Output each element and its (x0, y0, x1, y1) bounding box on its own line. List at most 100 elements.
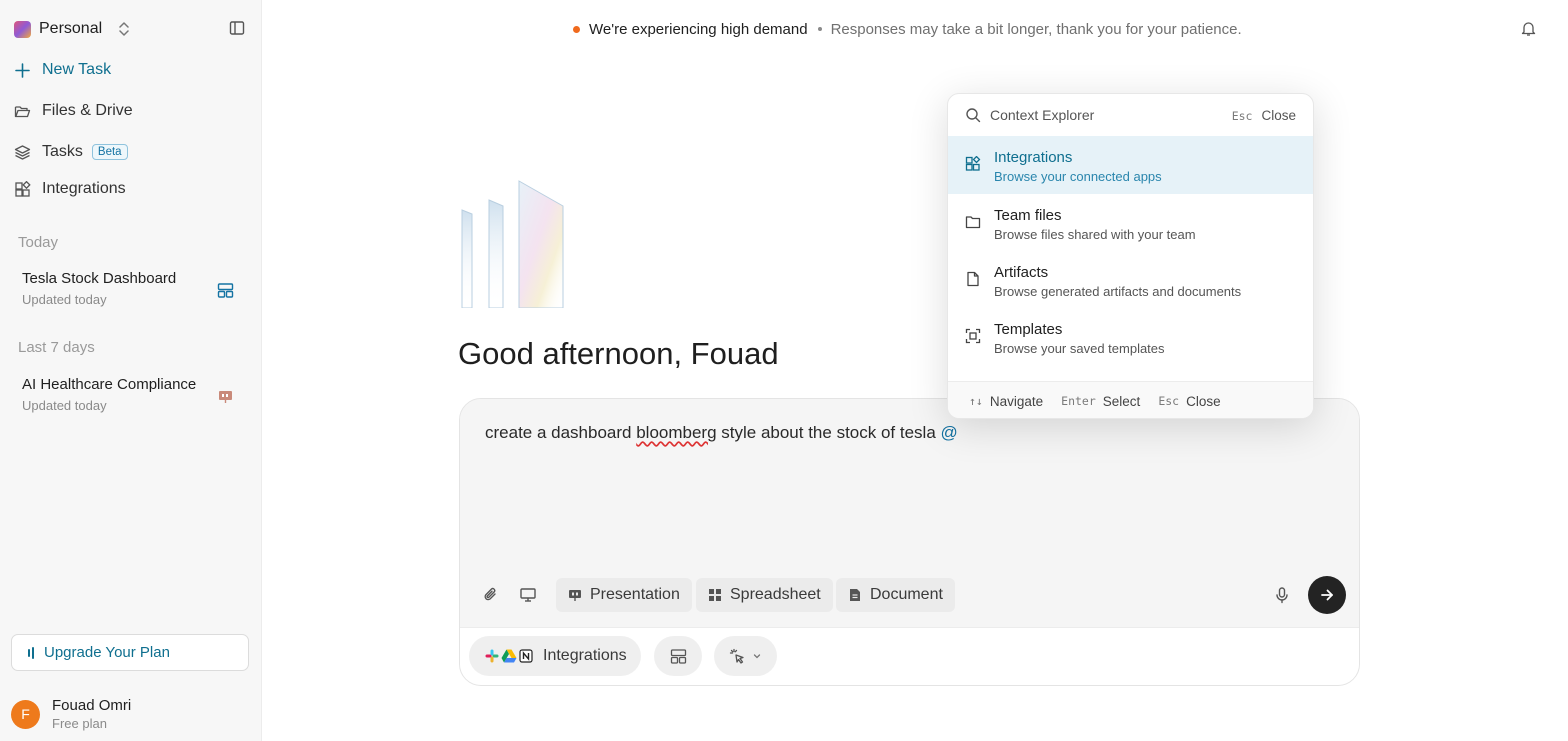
prompt-input[interactable]: create a dashboard bloomberg style about… (485, 423, 958, 443)
search-icon (966, 108, 981, 123)
presentation-icon (219, 391, 232, 403)
spreadsheet-icon (709, 589, 721, 601)
folder-icon (965, 216, 981, 229)
demand-banner: We're experiencing high demand Responses… (573, 19, 1242, 39)
google-drive-icon (501, 649, 517, 663)
history-subtitle: Updated today (22, 292, 107, 307)
sidebar-item-files[interactable]: Files & Drive (14, 99, 133, 123)
history-item[interactable]: AI Healthcare Compliance Updated today (22, 376, 240, 413)
context-explorer-search[interactable]: Context Explorer Esc Close (948, 94, 1313, 136)
new-task-button[interactable]: New Task (14, 58, 111, 82)
monitor-icon[interactable] (519, 586, 537, 604)
chevron-down-icon (753, 654, 761, 659)
prompt-area[interactable]: create a dashboard bloomberg style about… (460, 399, 1359, 629)
workspace-logo (14, 20, 31, 38)
user-profile[interactable]: F Fouad Omri Free plan (11, 697, 131, 731)
history-title: Tesla Stock Dashboard (22, 270, 177, 287)
integrations-icon (15, 180, 31, 197)
file-icon (967, 271, 979, 287)
sidebar-item-integrations[interactable]: Integrations (14, 177, 126, 201)
microphone-icon[interactable] (1273, 586, 1291, 604)
prompt-misspelled-word: bloomberg (636, 423, 717, 442)
slack-icon (485, 649, 499, 663)
integration-logos (485, 649, 533, 663)
sidebar-toggle-icon[interactable] (229, 20, 245, 36)
mode-selector[interactable] (714, 636, 777, 676)
layers-icon (14, 144, 31, 160)
context-item-artifacts[interactable]: Artifacts Browse generated artifacts and… (948, 251, 1313, 309)
send-button[interactable] (1308, 576, 1346, 614)
context-item-title: Team files (994, 207, 1062, 224)
layout-icon (670, 648, 686, 664)
plus-icon (15, 62, 30, 78)
status-dot (573, 25, 580, 33)
banner-headline: We're experiencing high demand (589, 20, 808, 38)
document-icon (850, 589, 860, 601)
enter-key: Enter (1061, 394, 1096, 408)
bell-icon[interactable] (1520, 20, 1537, 37)
mention-trigger: @ (940, 423, 958, 442)
context-item-title: Integrations (994, 149, 1073, 166)
presentation-chip[interactable]: Presentation (556, 578, 692, 612)
context-explorer-title: Context Explorer (990, 107, 1095, 123)
greeting: Good afternoon, Fouad (458, 336, 779, 371)
close-label: Close (1186, 393, 1221, 409)
context-item-title: Templates (994, 321, 1063, 338)
sidebar-item-label: Tasks (42, 143, 83, 160)
context-item-integrations[interactable]: Integrations Browse your connected apps (948, 136, 1313, 194)
sidebar-item-label: Integrations (42, 180, 126, 197)
context-item-description: Browse generated artifacts and documents (994, 284, 1242, 299)
upgrade-plan-button[interactable]: Upgrade Your Plan (11, 634, 249, 671)
chip-label: Document (870, 586, 943, 603)
document-chip[interactable]: Document (836, 578, 955, 612)
history-item[interactable]: Tesla Stock Dashboard Updated today (22, 270, 240, 307)
hero-illustration (461, 180, 564, 308)
paperclip-icon[interactable] (482, 586, 500, 604)
section-last-7-days: Last 7 days (18, 339, 95, 356)
dashboard-icon (217, 283, 234, 298)
upgrade-icon (28, 646, 34, 659)
composer: create a dashboard bloomberg style about… (459, 398, 1360, 686)
sidebar-item-label: Files & Drive (42, 102, 133, 119)
chevron-up-down-icon[interactable] (117, 20, 131, 38)
context-explorer-footer: ↑↓ Navigate Enter Select Esc Close (948, 381, 1313, 418)
chip-label: Spreadsheet (730, 586, 821, 603)
upgrade-label: Upgrade Your Plan (44, 644, 170, 661)
history-subtitle: Updated today (22, 398, 107, 413)
folder-open-icon (14, 105, 31, 117)
close-button[interactable]: Esc Close (1232, 108, 1296, 123)
sidebar-item-tasks[interactable]: Tasks Beta (14, 140, 128, 164)
workspace-switcher[interactable]: Personal (14, 18, 102, 40)
esc-key: Esc (1231, 108, 1253, 123)
cursor-click-icon (729, 648, 744, 664)
context-item-team-files[interactable]: Team files Browse files shared with your… (948, 194, 1313, 252)
hint-navigate: ↑↓ Navigate (969, 394, 1043, 409)
avatar: F (11, 699, 40, 729)
hint-select: Enter Select (1061, 394, 1140, 409)
user-plan: Free plan (52, 716, 107, 731)
context-explorer-popup: Context Explorer Esc Close Integrations … (947, 93, 1314, 419)
history-title: AI Healthcare Compliance (22, 376, 197, 393)
close-label: Close (1261, 108, 1296, 123)
notion-icon (519, 649, 533, 663)
esc-key: Esc (1158, 394, 1180, 408)
select-label: Select (1102, 393, 1141, 409)
hint-close: Esc Close (1158, 394, 1220, 409)
template-icon (965, 328, 981, 344)
beta-badge: Beta (91, 144, 128, 160)
layout-button[interactable] (654, 636, 702, 676)
section-today: Today (18, 234, 59, 251)
context-item-templates[interactable]: Templates Browse your saved templates (948, 308, 1313, 366)
composer-toolbar: Integrations (460, 627, 1359, 685)
navigate-label: Navigate (989, 393, 1044, 409)
prompt-text: create a dashboard (485, 423, 637, 442)
context-item-title: Artifacts (994, 264, 1049, 281)
user-name: Fouad Omri (52, 697, 132, 714)
navigate-key: ↑↓ (969, 394, 983, 408)
spreadsheet-chip[interactable]: Spreadsheet (696, 578, 833, 612)
integrations-label: Integrations (543, 647, 627, 664)
banner-detail: Responses may take a bit longer, thank y… (830, 20, 1242, 38)
context-item-description: Browse your connected apps (994, 169, 1162, 184)
prompt-text: style about the stock of tesla (716, 423, 941, 442)
integrations-pill[interactable]: Integrations (469, 636, 641, 676)
